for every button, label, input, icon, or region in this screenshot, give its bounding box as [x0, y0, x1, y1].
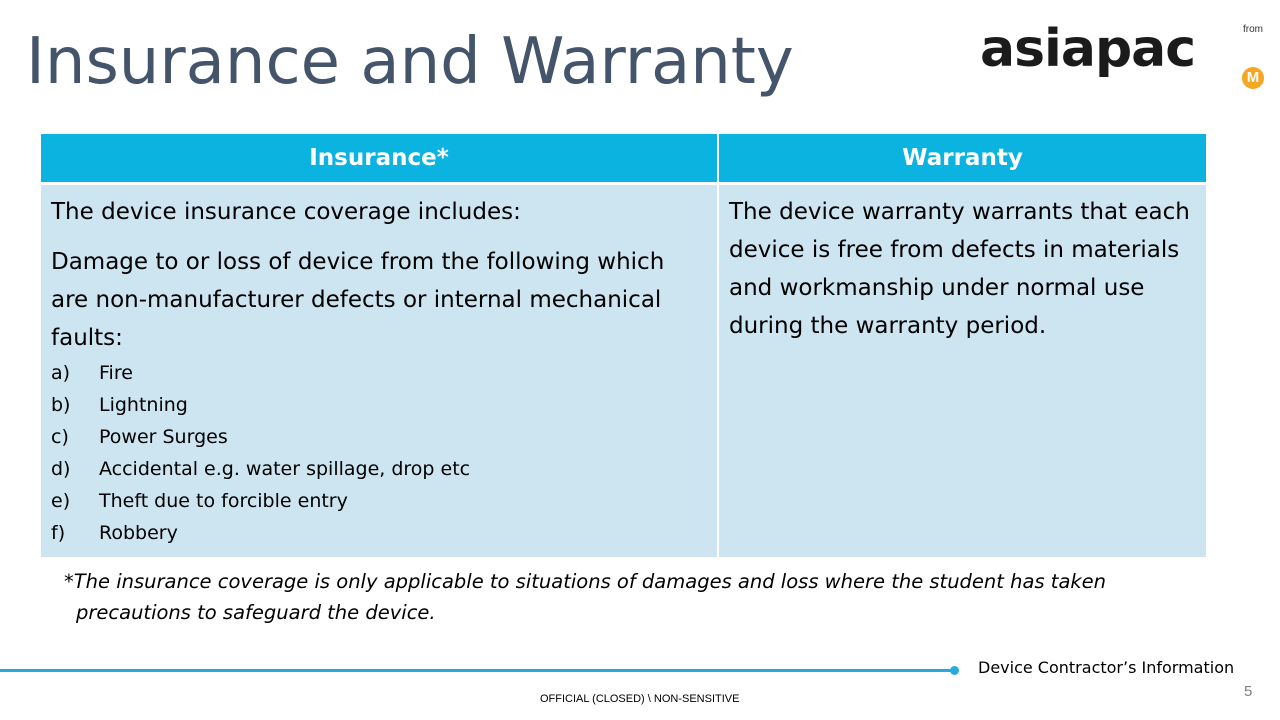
list-marker: a) — [51, 361, 71, 384]
list-item: b) Lightning — [51, 389, 707, 421]
list-item: f) Robbery — [51, 517, 707, 549]
warranty-header: Warranty — [718, 134, 1206, 185]
table-row: The device insurance coverage includes: … — [41, 183, 1206, 557]
slide-title: Insurance and Warranty — [26, 25, 794, 99]
list-item-text: Fire — [99, 361, 133, 384]
asiapac-logo: asiapac from M — [980, 19, 1270, 89]
insurance-intro: The device insurance coverage includes: — [51, 198, 521, 225]
list-item: d) Accidental e.g. water spillage, drop e… — [51, 453, 707, 485]
list-marker: f) — [51, 521, 66, 544]
insurance-cell: The device insurance coverage includes: … — [41, 183, 719, 557]
list-item-text: Accidental e.g. water spillage, drop etc — [99, 457, 471, 480]
logo-from-label: from — [1243, 24, 1263, 35]
list-marker: e) — [51, 489, 71, 512]
classification-label: OFFICIAL (CLOSED) \ NON-SENSITIVE — [540, 693, 740, 705]
footer-section-label: Device Contractor’s Information — [978, 658, 1235, 677]
list-item-text: Lightning — [99, 393, 188, 416]
insurance-footnote: *The insurance coverage is only applicab… — [64, 566, 1224, 628]
table-header-row: Insurance* Warranty — [41, 134, 1206, 185]
list-item-text: Robbery — [99, 521, 178, 544]
comparison-table: Insurance* Warranty The device insurance… — [41, 134, 1206, 557]
list-item: e) Theft due to forcible entry — [51, 485, 707, 517]
list-item-text: Power Surges — [99, 425, 228, 448]
list-marker: c) — [51, 425, 69, 448]
list-item: a) Fire — [51, 357, 707, 389]
insurance-description: Damage to or loss of device from the fol… — [51, 248, 665, 351]
warranty-text: The device warranty warrants that each d… — [729, 198, 1190, 339]
list-item: c) Power Surges — [51, 421, 707, 453]
coverage-list: a) Fire b) Lightning c) Power Surges d) Acci… — [51, 357, 707, 549]
footer-divider-dot-icon — [950, 666, 959, 675]
list-marker: b) — [51, 393, 71, 416]
footer-divider — [0, 669, 955, 672]
page-number: 5 — [1244, 683, 1253, 700]
list-marker: d) — [51, 457, 71, 480]
list-item-text: Theft due to forcible entry — [99, 489, 348, 512]
logo-wordmark: asiapac — [980, 19, 1196, 79]
footnote-line-2: precautions to safeguard the device. — [76, 601, 436, 624]
insurance-header: Insurance* — [41, 134, 719, 185]
logo-m-badge-icon: M — [1242, 67, 1264, 89]
warranty-cell: The device warranty warrants that each d… — [718, 183, 1206, 557]
footnote-line-1: *The insurance coverage is only applicab… — [64, 570, 1107, 593]
